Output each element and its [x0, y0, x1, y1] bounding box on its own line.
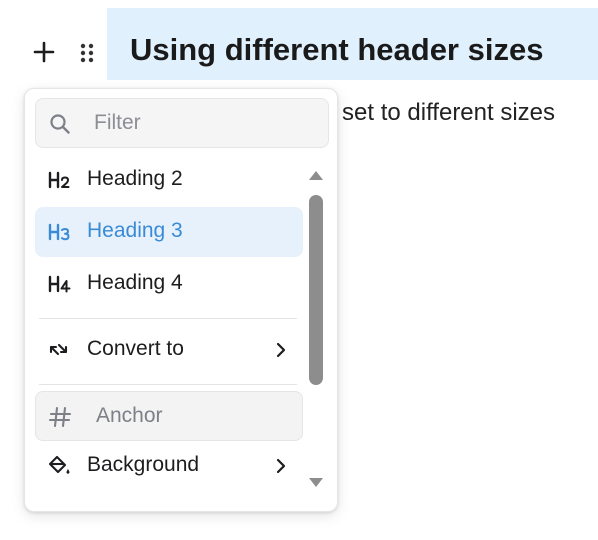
menu-item-label: Heading 2: [87, 167, 183, 190]
drag-handle-icon: [80, 43, 94, 63]
filter-input[interactable]: [94, 109, 314, 137]
menu-divider: [39, 384, 297, 385]
menu-divider: [39, 318, 297, 319]
chevron-right-icon: [276, 458, 286, 474]
convert-icon: [49, 343, 68, 356]
paragraph-text[interactable]: e set to different sizes: [322, 99, 598, 127]
menu-item-heading-2[interactable]: Heading 2: [35, 155, 303, 205]
add-block-button[interactable]: [30, 38, 58, 66]
menu-scrollbar[interactable]: [305, 163, 327, 503]
hash-icon: [48, 406, 72, 428]
scroll-down-arrow-icon[interactable]: [308, 477, 324, 489]
chevron-right-icon: [276, 342, 286, 358]
filter-field[interactable]: [35, 98, 329, 148]
paint-bucket-icon: [48, 455, 70, 474]
menu-item-label: Background: [87, 453, 200, 476]
plus-icon: [33, 41, 55, 63]
menu-item-label: Anchor: [96, 404, 163, 427]
menu-item-label: Convert to: [87, 337, 184, 360]
heading-2-icon: [48, 171, 70, 189]
heading-text[interactable]: Using different header sizes: [130, 32, 543, 68]
search-icon: [50, 114, 70, 134]
menu-item-label: Heading 3: [87, 219, 183, 242]
menu-item-heading-4[interactable]: Heading 4: [35, 259, 303, 309]
heading-4-icon: [48, 275, 71, 293]
scrollbar-thumb[interactable]: [309, 195, 323, 385]
drag-handle-button[interactable]: [76, 40, 100, 66]
heading-block[interactable]: Using different header sizes: [107, 8, 598, 80]
scroll-up-arrow-icon[interactable]: [308, 169, 324, 181]
block-type-menu: Heading 2 Heading 3 Heading 4 Convert to: [24, 88, 338, 512]
menu-item-background[interactable]: Background: [35, 441, 303, 491]
menu-item-anchor[interactable]: Anchor: [35, 391, 303, 441]
menu-item-heading-3[interactable]: Heading 3: [35, 207, 303, 257]
heading-3-icon: [48, 223, 70, 241]
menu-item-label: Heading 4: [87, 271, 183, 294]
menu-item-convert-to[interactable]: Convert to: [35, 325, 303, 375]
